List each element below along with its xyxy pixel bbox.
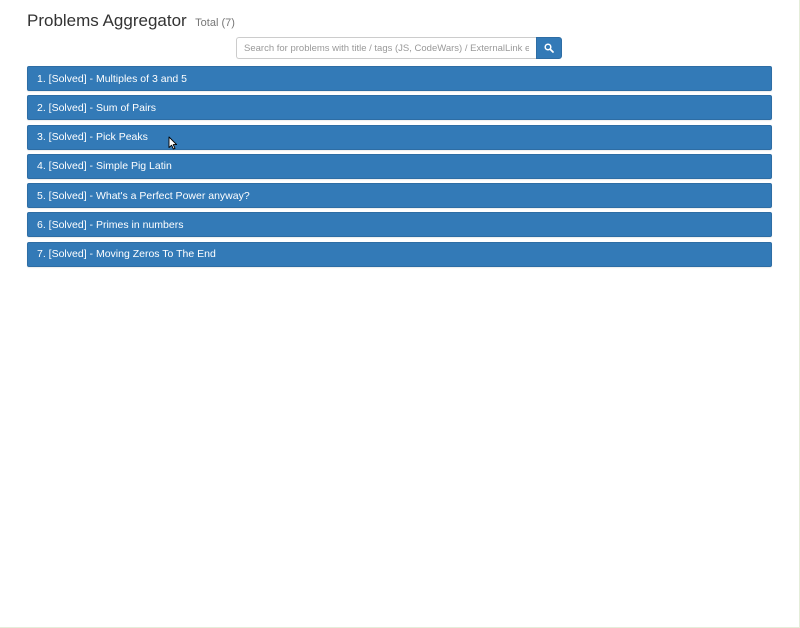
- search-icon: [544, 43, 554, 53]
- problem-item[interactable]: 6. [Solved] - Primes in numbers: [27, 212, 772, 238]
- problem-item[interactable]: 2. [Solved] - Sum of Pairs: [27, 95, 772, 121]
- problem-item[interactable]: 4. [Solved] - Simple Pig Latin: [27, 153, 772, 179]
- problem-item[interactable]: 5. [Solved] - What's a Perfect Power any…: [27, 183, 772, 209]
- problem-item[interactable]: 1. [Solved] - Multiples of 3 and 5: [27, 66, 772, 91]
- mouse-pointer-icon: [168, 136, 178, 150]
- problem-item[interactable]: 3. [Solved] - Pick Peaks: [27, 124, 772, 150]
- page-header: Problems Aggregator Total (7): [27, 11, 235, 31]
- search-bar: [236, 37, 562, 59]
- problem-item[interactable]: 7. [Solved] - Moving Zeros To The End: [27, 241, 772, 267]
- search-button[interactable]: [536, 37, 562, 59]
- page-title: Problems Aggregator: [27, 11, 187, 30]
- search-input[interactable]: [236, 37, 536, 59]
- total-count: Total (7): [195, 17, 235, 29]
- problem-list: 1. [Solved] - Multiples of 3 and 5 2. [S…: [27, 66, 772, 271]
